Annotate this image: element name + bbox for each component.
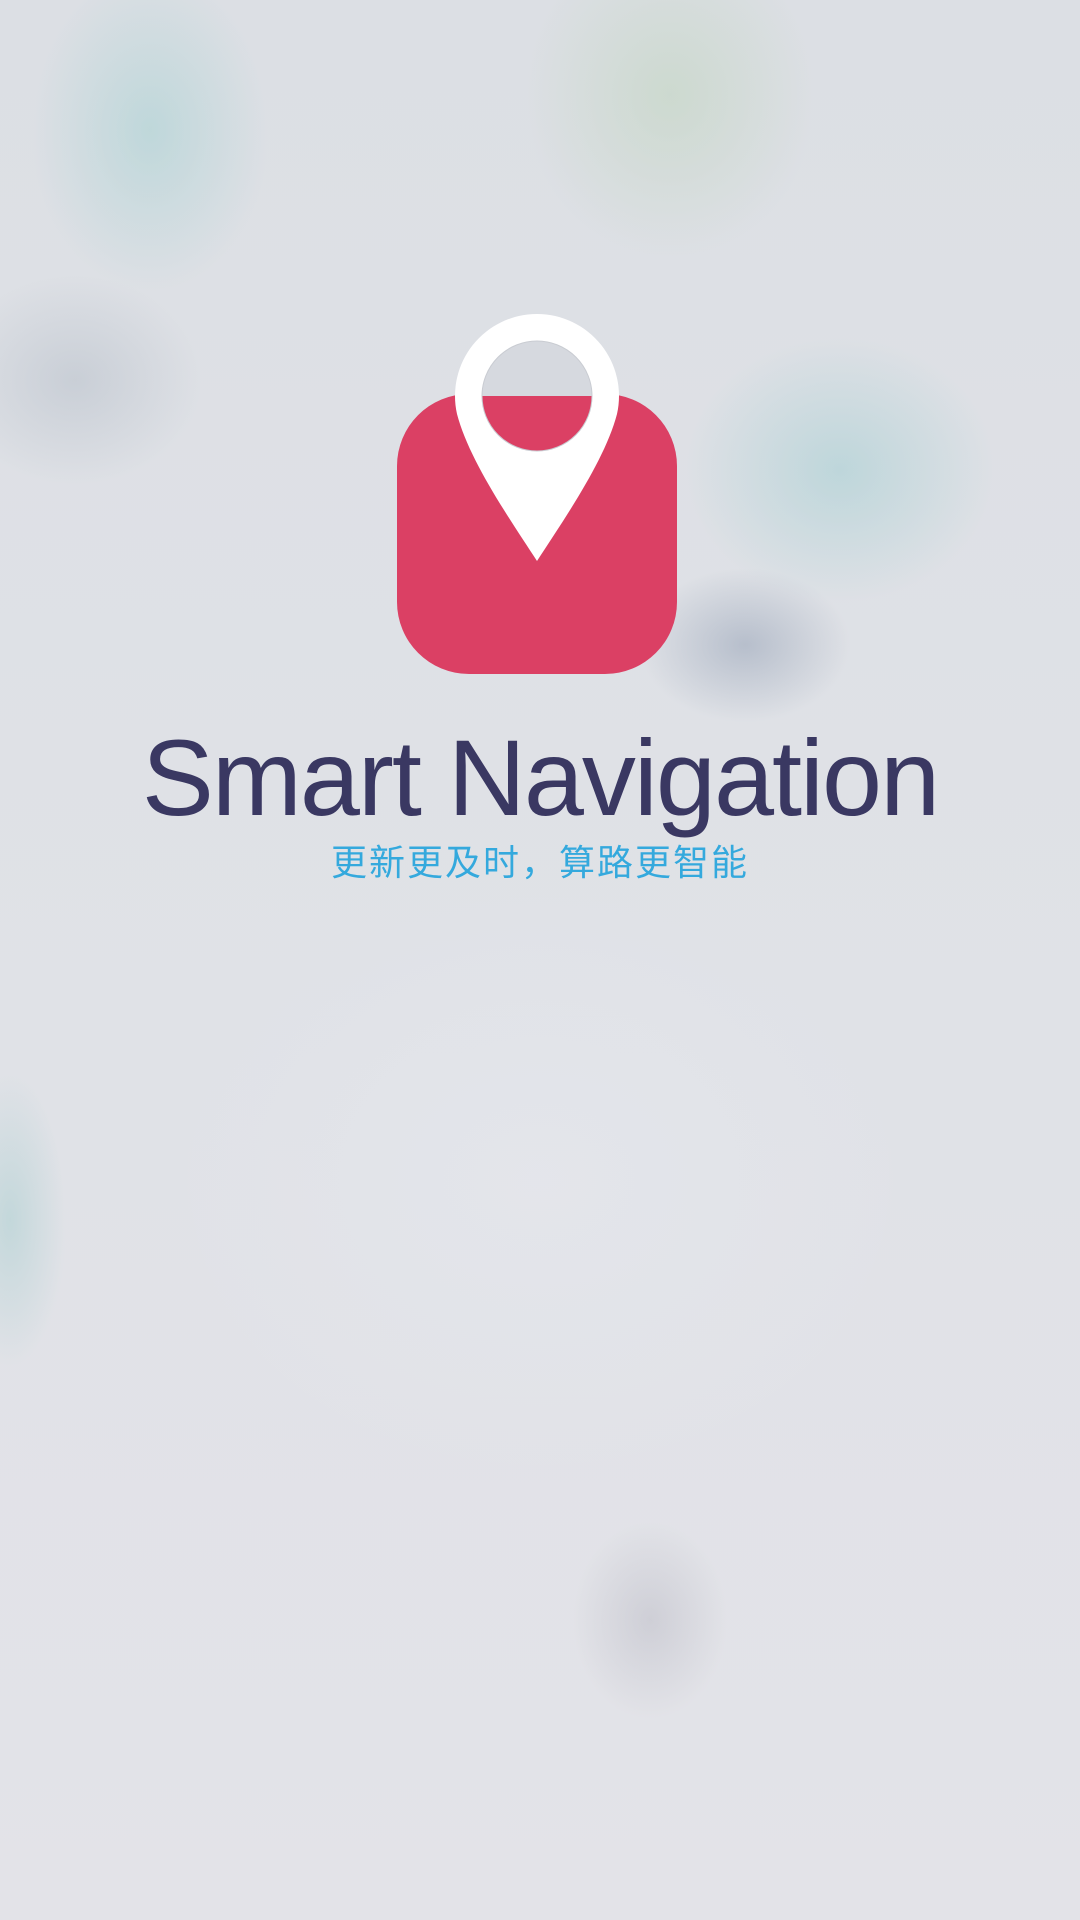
app-title: Smart Navigation [141, 717, 940, 838]
app-slogan: 更新更及时，算路更智能 [330, 843, 749, 884]
splash-screen: Smart Navigation 更新更及时，算路更智能 [0, 0, 1080, 1920]
app-logo [397, 310, 677, 675]
map-pin-bag-icon [397, 313, 677, 674]
